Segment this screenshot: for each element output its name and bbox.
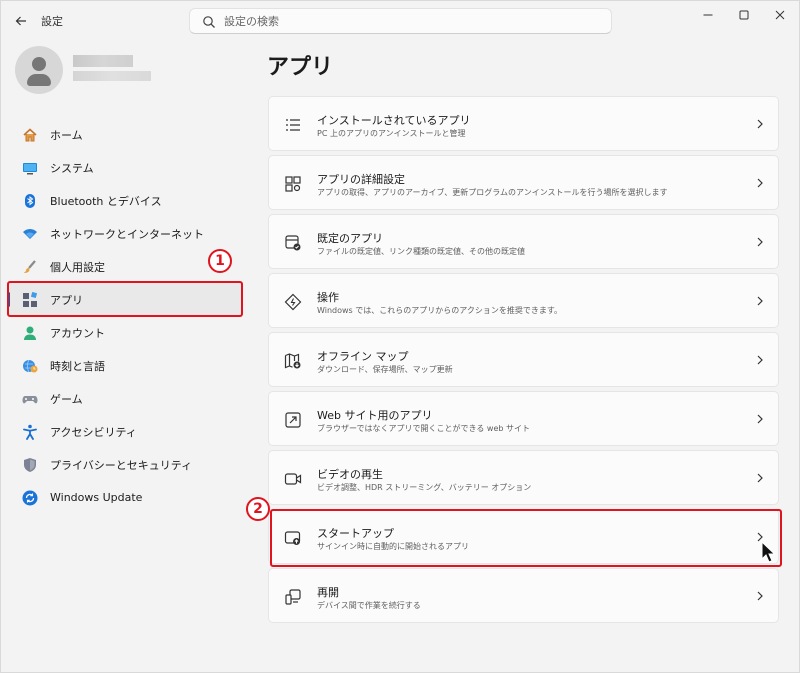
card-title: アプリの詳細設定 — [317, 173, 405, 186]
sidebar-item-label: Windows Update — [50, 491, 143, 504]
title-bar: 設定 — [1, 1, 800, 41]
card-advanced-app-settings[interactable]: アプリの詳細設定 アプリの取得、アプリのアーカイブ、更新プログラムのアンインスト… — [268, 155, 779, 210]
map-icon — [284, 353, 301, 369]
search-box[interactable] — [189, 8, 612, 34]
sidebar-item-label: プライバシーとセキュリティ — [50, 458, 193, 472]
monitor-icon — [22, 160, 38, 176]
shield-icon — [22, 457, 38, 473]
card-title: オフライン マップ — [317, 350, 409, 363]
sidebar-item-windows-update[interactable]: Windows Update — [7, 481, 243, 514]
list-icon — [286, 119, 300, 131]
chevron-right-icon — [757, 237, 763, 247]
open-link-icon — [285, 412, 301, 428]
card-subtitle: Windows では、これらのアプリからのアクションを推奨できます。 — [317, 306, 563, 315]
sidebar-item-label: システム — [50, 161, 94, 175]
sidebar-item-accounts[interactable]: アカウント — [7, 316, 243, 349]
minimize-button[interactable] — [689, 1, 727, 29]
avatar[interactable] — [15, 46, 63, 94]
user-name-redacted — [73, 55, 133, 67]
annotation-step-1: 1 — [208, 249, 232, 273]
card-offline-maps[interactable]: オフライン マップ ダウンロード、保存場所、マップ更新 — [268, 332, 779, 387]
chevron-right-icon — [757, 119, 763, 129]
card-default-apps[interactable]: 既定のアプリ ファイルの既定値、リンク種類の既定値、その他の既定値 — [268, 214, 779, 269]
card-title: 再開 — [317, 586, 339, 599]
close-button[interactable] — [761, 1, 799, 29]
close-icon — [775, 10, 785, 20]
sidebar-item-label: 個人用設定 — [50, 260, 105, 274]
search-icon — [203, 16, 215, 28]
card-title: Web サイト用のアプリ — [317, 409, 433, 422]
sidebar-item-label: アカウント — [50, 326, 105, 340]
sidebar-item-label: ネットワークとインターネット — [50, 227, 204, 241]
home-icon — [22, 127, 38, 143]
card-subtitle: ブラウザーではなくアプリで開くことができる web サイト — [317, 424, 530, 433]
card-actions[interactable]: 操作 Windows では、これらのアプリからのアクションを推奨できます。 — [268, 273, 779, 328]
update-icon — [22, 490, 38, 506]
card-apps-for-websites[interactable]: Web サイト用のアプリ ブラウザーではなくアプリで開くことができる web サ… — [268, 391, 779, 446]
card-subtitle: デバイス間で作業を続行する — [317, 601, 421, 610]
sidebar-item-personalization[interactable]: 個人用設定 — [7, 250, 243, 283]
page-title: アプリ — [267, 55, 334, 80]
actions-icon — [284, 293, 302, 311]
chevron-right-icon — [757, 296, 763, 306]
search-input[interactable] — [224, 12, 594, 30]
account-icon — [22, 325, 38, 341]
chevron-right-icon — [757, 591, 763, 601]
sidebar-item-label: アクセシビリティ — [50, 425, 137, 439]
person-icon — [32, 57, 46, 71]
accessibility-icon — [22, 424, 38, 440]
arrow-left-icon — [15, 16, 26, 26]
back-button[interactable] — [11, 11, 31, 31]
maximize-button[interactable] — [725, 1, 763, 29]
mouse-cursor-icon — [761, 541, 775, 563]
card-title: インストールされているアプリ — [317, 114, 471, 127]
resume-icon — [285, 589, 301, 605]
card-subtitle: ダウンロード、保存場所、マップ更新 — [317, 365, 453, 374]
sidebar-item-home[interactable]: ホーム — [7, 118, 243, 151]
sidebar-item-bluetooth[interactable]: Bluetooth とデバイス — [7, 184, 243, 217]
card-video-playback[interactable]: ビデオの再生 ビデオ調整、HDR ストリーミング、バッテリー オプション — [268, 450, 779, 505]
chevron-right-icon — [757, 473, 763, 483]
card-subtitle: ビデオ調整、HDR ストリーミング、バッテリー オプション — [317, 483, 532, 492]
sidebar-item-gaming[interactable]: ゲーム — [7, 382, 243, 415]
minimize-icon — [703, 14, 713, 16]
person-icon-body — [27, 74, 51, 86]
globe-clock-icon — [22, 358, 38, 374]
chevron-right-icon — [757, 178, 763, 188]
chevron-right-icon — [757, 414, 763, 424]
card-subtitle: ファイルの既定値、リンク種類の既定値、その他の既定値 — [317, 247, 525, 256]
app-settings-icon — [285, 176, 301, 192]
video-icon — [284, 473, 302, 485]
annotation-highlight-startup — [270, 509, 782, 567]
annotation-step-2: 2 — [246, 497, 270, 521]
sidebar-item-label: Bluetooth とデバイス — [50, 194, 162, 208]
card-title: 既定のアプリ — [317, 232, 383, 245]
sidebar-item-label: 時刻と言語 — [50, 359, 105, 373]
brush-icon — [22, 259, 38, 275]
card-title: ビデオの再生 — [317, 468, 383, 481]
card-installed-apps[interactable]: インストールされているアプリ PC 上のアプリのアンインストールと管理 — [268, 96, 779, 151]
sidebar-item-privacy[interactable]: プライバシーとセキュリティ — [7, 448, 243, 481]
default-apps-icon — [285, 235, 301, 251]
sidebar-item-network[interactable]: ネットワークとインターネット — [7, 217, 243, 250]
sidebar-item-label: ホーム — [50, 128, 83, 142]
chevron-right-icon — [757, 355, 763, 365]
card-title: 操作 — [317, 291, 339, 304]
app-title: 設定 — [41, 15, 63, 28]
wifi-icon — [22, 226, 38, 242]
sidebar-item-time-language[interactable]: 時刻と言語 — [7, 349, 243, 382]
settings-window: 設定 ホーム システム — [0, 0, 800, 673]
maximize-icon — [739, 10, 749, 20]
bluetooth-icon — [22, 193, 38, 209]
gamepad-icon — [22, 391, 38, 407]
user-email-redacted — [73, 71, 151, 81]
sidebar-item-accessibility[interactable]: アクセシビリティ — [7, 415, 243, 448]
card-resume[interactable]: 再開 デバイス間で作業を続行する — [268, 568, 779, 623]
card-subtitle: アプリの取得、アプリのアーカイブ、更新プログラムのアンインストールを行う場所を選… — [317, 188, 668, 197]
sidebar-item-label: ゲーム — [50, 392, 83, 406]
annotation-highlight-apps — [7, 281, 243, 317]
card-subtitle: PC 上のアプリのアンインストールと管理 — [317, 129, 466, 138]
sidebar-item-system[interactable]: システム — [7, 151, 243, 184]
